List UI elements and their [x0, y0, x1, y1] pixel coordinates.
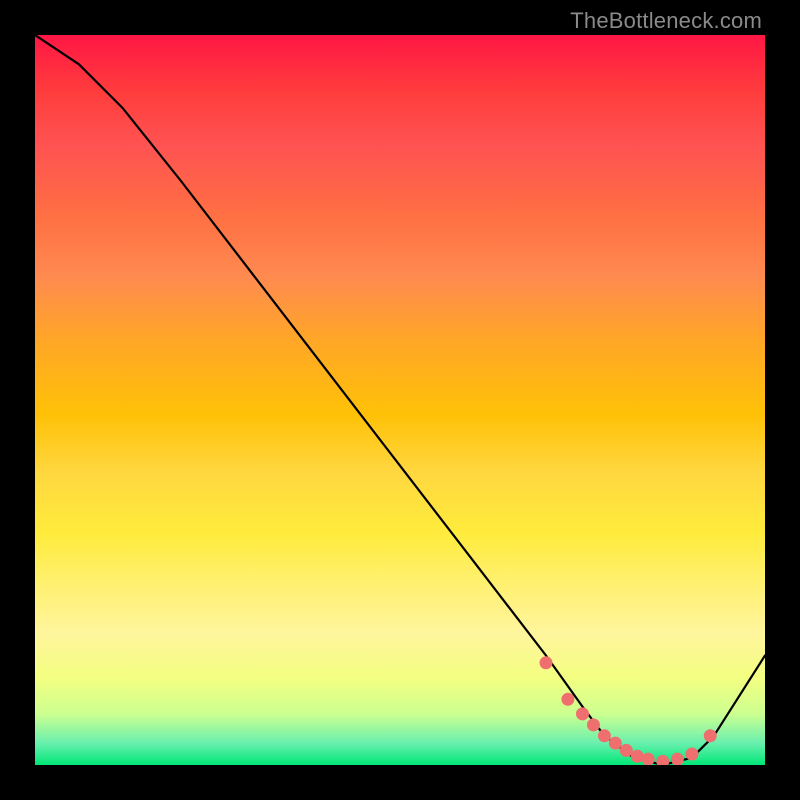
highlight-dot — [576, 707, 589, 720]
highlight-dot — [642, 753, 655, 765]
chart-svg — [35, 35, 765, 765]
highlight-dot — [598, 729, 611, 742]
highlight-dot — [631, 750, 644, 763]
highlight-dot — [656, 755, 669, 765]
chart-frame: TheBottleneck.com — [0, 0, 800, 800]
highlight-dot — [620, 744, 633, 757]
highlight-dot — [609, 737, 622, 750]
highlight-dot — [540, 656, 553, 669]
watermark-text: TheBottleneck.com — [570, 8, 762, 34]
highlight-dot — [686, 748, 699, 761]
highlight-dot — [561, 693, 574, 706]
plot-area — [35, 35, 765, 765]
bottleneck-curve — [35, 35, 765, 765]
highlight-dot — [704, 729, 717, 742]
highlight-dot — [671, 753, 684, 765]
highlight-dots — [540, 656, 717, 765]
highlight-dot — [587, 718, 600, 731]
